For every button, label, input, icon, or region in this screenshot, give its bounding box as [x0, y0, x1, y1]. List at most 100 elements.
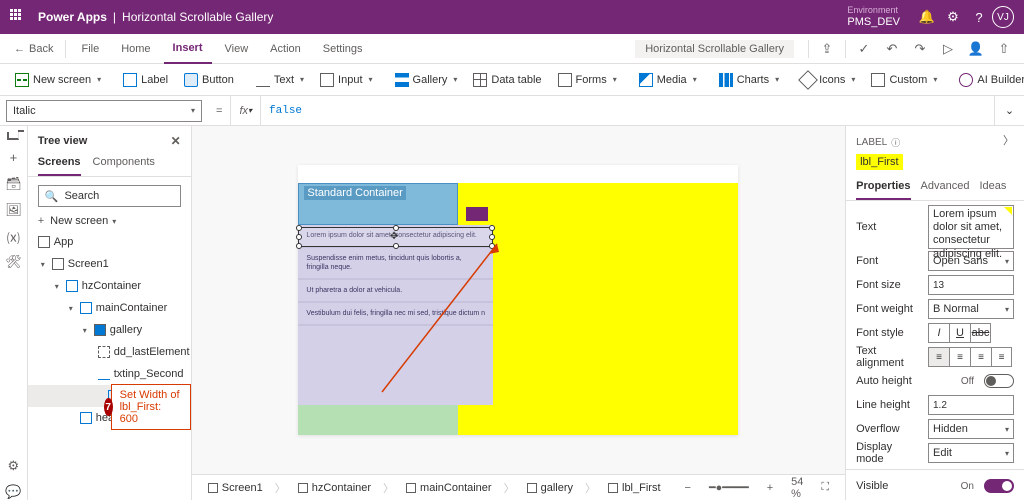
tab-screens[interactable]: Screens — [38, 152, 81, 176]
props-control-name[interactable]: lbl_First — [856, 154, 903, 170]
tab-components[interactable]: Components — [93, 152, 155, 176]
waffle-icon[interactable] — [10, 9, 26, 25]
property-selector[interactable]: Italic — [6, 100, 202, 122]
visible-toggle[interactable] — [984, 479, 1014, 493]
label-icon — [608, 483, 618, 493]
advanced-tools-icon[interactable]: 🛠 — [5, 254, 21, 270]
settings-icon[interactable]: ⚙ — [940, 9, 966, 25]
insert-datatable[interactable]: Data table — [466, 68, 548, 92]
tab-view[interactable]: View — [216, 34, 258, 64]
publish-icon[interactable]: ⇧ — [992, 41, 1016, 57]
align-center[interactable]: ≡ — [949, 347, 970, 367]
tab-insert[interactable]: Insert — [164, 34, 212, 64]
tree-item-screen1[interactable]: ▾Screen1 — [28, 253, 191, 275]
variables-icon[interactable]: ⒳ — [5, 228, 21, 244]
underline-toggle[interactable]: U — [949, 323, 970, 343]
insert-gallery[interactable]: Gallery — [388, 68, 465, 92]
text-input[interactable]: Lorem ipsum dolor sit amet, consectetur … — [928, 205, 1014, 249]
dropdown-icon — [98, 346, 110, 358]
selected-control[interactable]: ✥ — [298, 227, 493, 247]
back-button[interactable]: Back — [8, 43, 59, 55]
fit-icon[interactable]: ⛶ — [815, 481, 835, 494]
tree-item-txtinp[interactable]: txtinp_Second — [28, 363, 191, 385]
canvas-stage[interactable]: Standard Container Lorem ipsum dolor sit… — [298, 165, 738, 435]
resize-handle[interactable] — [393, 243, 399, 249]
strike-toggle[interactable]: abc — [970, 323, 991, 343]
document-name[interactable]: Horizontal Scrollable Gallery — [635, 40, 794, 58]
tab-home[interactable]: Home — [112, 34, 159, 64]
callout-text: Set Width of lbl_First: 600 — [111, 384, 191, 430]
insert-icons[interactable]: Icons — [794, 68, 862, 92]
tree-item-hzcontainer[interactable]: ▾hzContainer — [28, 275, 191, 297]
ask-icon[interactable]: 💬 — [5, 484, 21, 500]
formula-input[interactable]: false — [261, 105, 994, 117]
new-screen-button[interactable]: New screen — [8, 68, 108, 92]
insert-forms[interactable]: Forms — [551, 68, 624, 92]
media-pane-icon[interactable]: 🖼 — [5, 202, 21, 218]
share-icon[interactable]: ⇪ — [815, 41, 839, 57]
container-icon — [80, 302, 92, 314]
search-input[interactable]: 🔍Search — [38, 185, 181, 207]
avatar[interactable]: VJ — [992, 6, 1014, 28]
help-icon[interactable]: ? — [966, 10, 992, 25]
fontsize-input[interactable] — [928, 275, 1014, 295]
insert-label[interactable]: Label — [116, 68, 175, 92]
tab-ideas[interactable]: Ideas — [979, 176, 1006, 200]
tree-item-gallery[interactable]: ▾gallery — [28, 319, 191, 341]
tab-settings[interactable]: Settings — [314, 34, 372, 64]
align-justify[interactable]: ≡ — [991, 347, 1012, 367]
data-icon[interactable]: 🗃 — [5, 176, 21, 192]
tab-properties[interactable]: Properties — [856, 176, 910, 200]
bc-maincontainer[interactable]: mainContainer — [400, 482, 498, 494]
ai-builder[interactable]: AI Builder — [952, 68, 1024, 92]
resize-handle[interactable] — [296, 234, 302, 240]
checker-icon[interactable]: ✓ — [852, 41, 876, 57]
insert-input[interactable]: Input — [313, 68, 379, 92]
preview-icon[interactable]: 👤 — [964, 41, 988, 57]
charts-icon — [719, 73, 733, 87]
expand-formula-icon[interactable]: ⌄ — [994, 96, 1024, 125]
align-right[interactable]: ≡ — [970, 347, 991, 367]
tree-view-icon[interactable] — [7, 132, 19, 140]
insert-media[interactable]: Media — [632, 68, 704, 92]
bc-lblfirst[interactable]: lbl_First — [602, 482, 667, 494]
play-icon[interactable]: ▷ — [936, 41, 960, 57]
lineheight-input[interactable] — [928, 395, 1014, 415]
environment-picker[interactable]: Environment PMS_DEV — [847, 6, 900, 28]
icons-icon — [798, 70, 818, 90]
settings-rail-icon[interactable]: ⚙ — [5, 458, 21, 474]
bc-hzcontainer[interactable]: hzContainer — [292, 482, 377, 494]
undo-icon[interactable]: ↶ — [880, 41, 904, 57]
tab-advanced[interactable]: Advanced — [921, 176, 970, 200]
displaymode-select[interactable]: Edit — [928, 443, 1014, 463]
redo-icon[interactable]: ↷ — [908, 41, 932, 57]
overflow-select[interactable]: Hidden — [928, 419, 1014, 439]
formula-bar: Italic = fx▾ false ⌄ — [0, 96, 1024, 126]
new-screen-link[interactable]: New screen — [28, 211, 191, 231]
chevron-right-icon[interactable]: 〉 — [993, 126, 1024, 154]
insert-charts[interactable]: Charts — [712, 68, 786, 92]
move-icon[interactable]: ✥ — [390, 231, 398, 242]
close-icon[interactable]: ✕ — [171, 134, 181, 148]
tree-item-app[interactable]: App — [28, 231, 191, 253]
insert-text[interactable]: Text — [249, 68, 311, 92]
align-left[interactable]: ≡ — [928, 347, 949, 367]
zoom-in-icon[interactable]: + — [761, 482, 779, 494]
zoom-track[interactable]: ━●━━━━ — [703, 481, 755, 494]
notification-icon[interactable]: 🔔 — [914, 9, 940, 25]
tab-action[interactable]: Action — [261, 34, 310, 64]
insert-pane-icon[interactable]: + — [5, 150, 21, 166]
zoom-out-icon[interactable]: − — [679, 482, 697, 494]
resize-handle[interactable] — [296, 225, 302, 231]
fx-icon[interactable]: fx▾ — [230, 96, 261, 125]
bc-screen1[interactable]: Screen1 — [202, 482, 269, 494]
tree-item-ddlast[interactable]: dd_lastElement — [28, 341, 191, 363]
autoheight-toggle[interactable] — [984, 374, 1014, 388]
insert-custom[interactable]: Custom — [864, 68, 944, 92]
insert-button[interactable]: Button — [177, 68, 241, 92]
tab-file[interactable]: File — [72, 34, 108, 64]
tree-item-maincontainer[interactable]: ▾mainContainer — [28, 297, 191, 319]
bc-gallery[interactable]: gallery — [521, 482, 579, 494]
fontweight-select[interactable]: B Normal — [928, 299, 1014, 319]
italic-toggle[interactable]: I — [928, 323, 949, 343]
